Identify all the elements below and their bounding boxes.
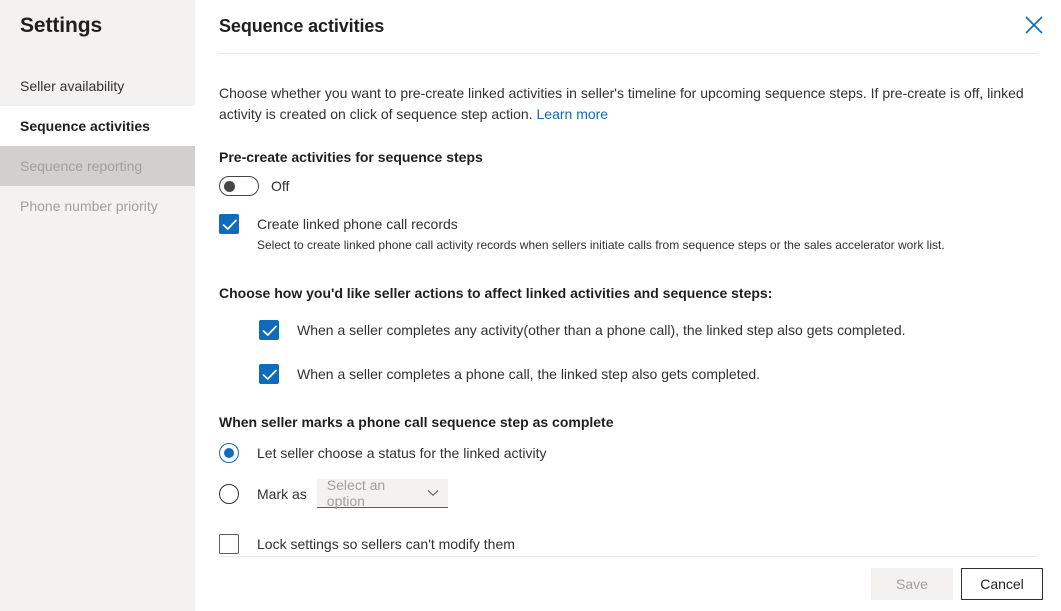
lock-settings-label: Lock settings so sellers can't modify th… xyxy=(257,534,515,554)
complete-any-activity-checkbox[interactable] xyxy=(259,320,279,340)
seller-action-option-row: When a seller completes a phone call, th… xyxy=(259,364,1037,384)
settings-sidebar: Settings Seller availability Sequence ac… xyxy=(0,0,195,611)
complete-phone-call-checkbox[interactable] xyxy=(259,364,279,384)
close-button[interactable] xyxy=(1015,6,1053,44)
checkmark-icon xyxy=(222,218,238,232)
mark-as-dropdown[interactable]: Select an option xyxy=(317,479,448,508)
sidebar-item-sequence-activities[interactable]: Sequence activities xyxy=(0,106,195,146)
panel-content: Choose whether you want to pre-create li… xyxy=(195,83,1061,554)
sidebar-title: Settings xyxy=(0,0,195,38)
sidebar-item-label: Seller availability xyxy=(20,78,124,94)
linked-phone-call-text: Create linked phone call records Select … xyxy=(257,214,945,254)
chevron-down-icon xyxy=(427,484,439,502)
mark-complete-heading: When seller marks a phone call sequence … xyxy=(219,414,1037,430)
seller-action-option-text: When a seller completes any activity(oth… xyxy=(297,320,906,340)
precreate-toggle-state: Off xyxy=(271,178,289,194)
sidebar-item-seller-availability[interactable]: Seller availability xyxy=(0,66,195,106)
sidebar-item-label: Phone number priority xyxy=(20,198,158,214)
lock-settings-row: Lock settings so sellers can't modify th… xyxy=(219,534,1037,554)
sidebar-item-label: Sequence activities xyxy=(20,118,150,134)
learn-more-link[interactable]: Learn more xyxy=(537,106,609,122)
page-title: Sequence activities xyxy=(219,16,384,37)
linked-phone-call-row: Create linked phone call records Select … xyxy=(219,214,1037,254)
sidebar-item-phone-number-priority[interactable]: Phone number priority xyxy=(0,186,195,226)
seller-action-option-text: When a seller completes a phone call, th… xyxy=(297,364,760,384)
radio-row-mark-as: Mark as Select an option xyxy=(219,479,1037,508)
settings-panel: Sequence activities Choose whether you w… xyxy=(195,0,1061,611)
seller-action-option-row: When a seller completes any activity(oth… xyxy=(259,320,1037,340)
cancel-button[interactable]: Cancel xyxy=(961,568,1043,600)
precreate-toggle[interactable] xyxy=(219,176,259,196)
mark-as-label: Mark as xyxy=(257,486,307,502)
intro-text: Choose whether you want to pre-create li… xyxy=(219,83,1029,125)
sidebar-item-sequence-reporting[interactable]: Sequence reporting xyxy=(0,146,195,186)
linked-phone-call-label: Create linked phone call records xyxy=(257,214,945,234)
save-button[interactable]: Save xyxy=(871,568,953,600)
settings-dialog: Settings Seller availability Sequence ac… xyxy=(0,0,1061,611)
panel-footer: Save Cancel xyxy=(195,557,1061,611)
lock-settings-text: Lock settings so sellers can't modify th… xyxy=(257,534,515,554)
complete-any-activity-label: When a seller completes any activity(oth… xyxy=(297,320,906,340)
header-divider xyxy=(219,53,1037,54)
sidebar-nav: Seller availability Sequence activities … xyxy=(0,66,195,226)
create-linked-phone-call-checkbox[interactable] xyxy=(219,214,239,234)
mark-as-dropdown-value: Select an option xyxy=(327,477,427,509)
checkmark-icon xyxy=(262,324,278,338)
panel-header: Sequence activities xyxy=(195,0,1061,53)
intro-body: Choose whether you want to pre-create li… xyxy=(219,85,1024,122)
radio-row-let-seller: Let seller choose a status for the linke… xyxy=(219,443,1037,463)
close-icon xyxy=(1025,16,1043,34)
sidebar-item-label: Sequence reporting xyxy=(20,158,142,174)
precreate-label: Pre-create activities for sequence steps xyxy=(219,149,1037,165)
linked-phone-call-description: Select to create linked phone call activ… xyxy=(257,236,945,254)
toggle-knob xyxy=(224,181,235,192)
complete-phone-call-label: When a seller completes a phone call, th… xyxy=(297,364,760,384)
checkmark-icon xyxy=(262,368,278,382)
mark-as-radio[interactable] xyxy=(219,484,239,504)
precreate-toggle-row: Off xyxy=(219,176,1037,196)
let-seller-choose-label: Let seller choose a status for the linke… xyxy=(257,445,546,461)
lock-settings-checkbox[interactable] xyxy=(219,534,239,554)
let-seller-choose-radio[interactable] xyxy=(219,443,239,463)
seller-actions-heading: Choose how you'd like seller actions to … xyxy=(219,285,1037,301)
